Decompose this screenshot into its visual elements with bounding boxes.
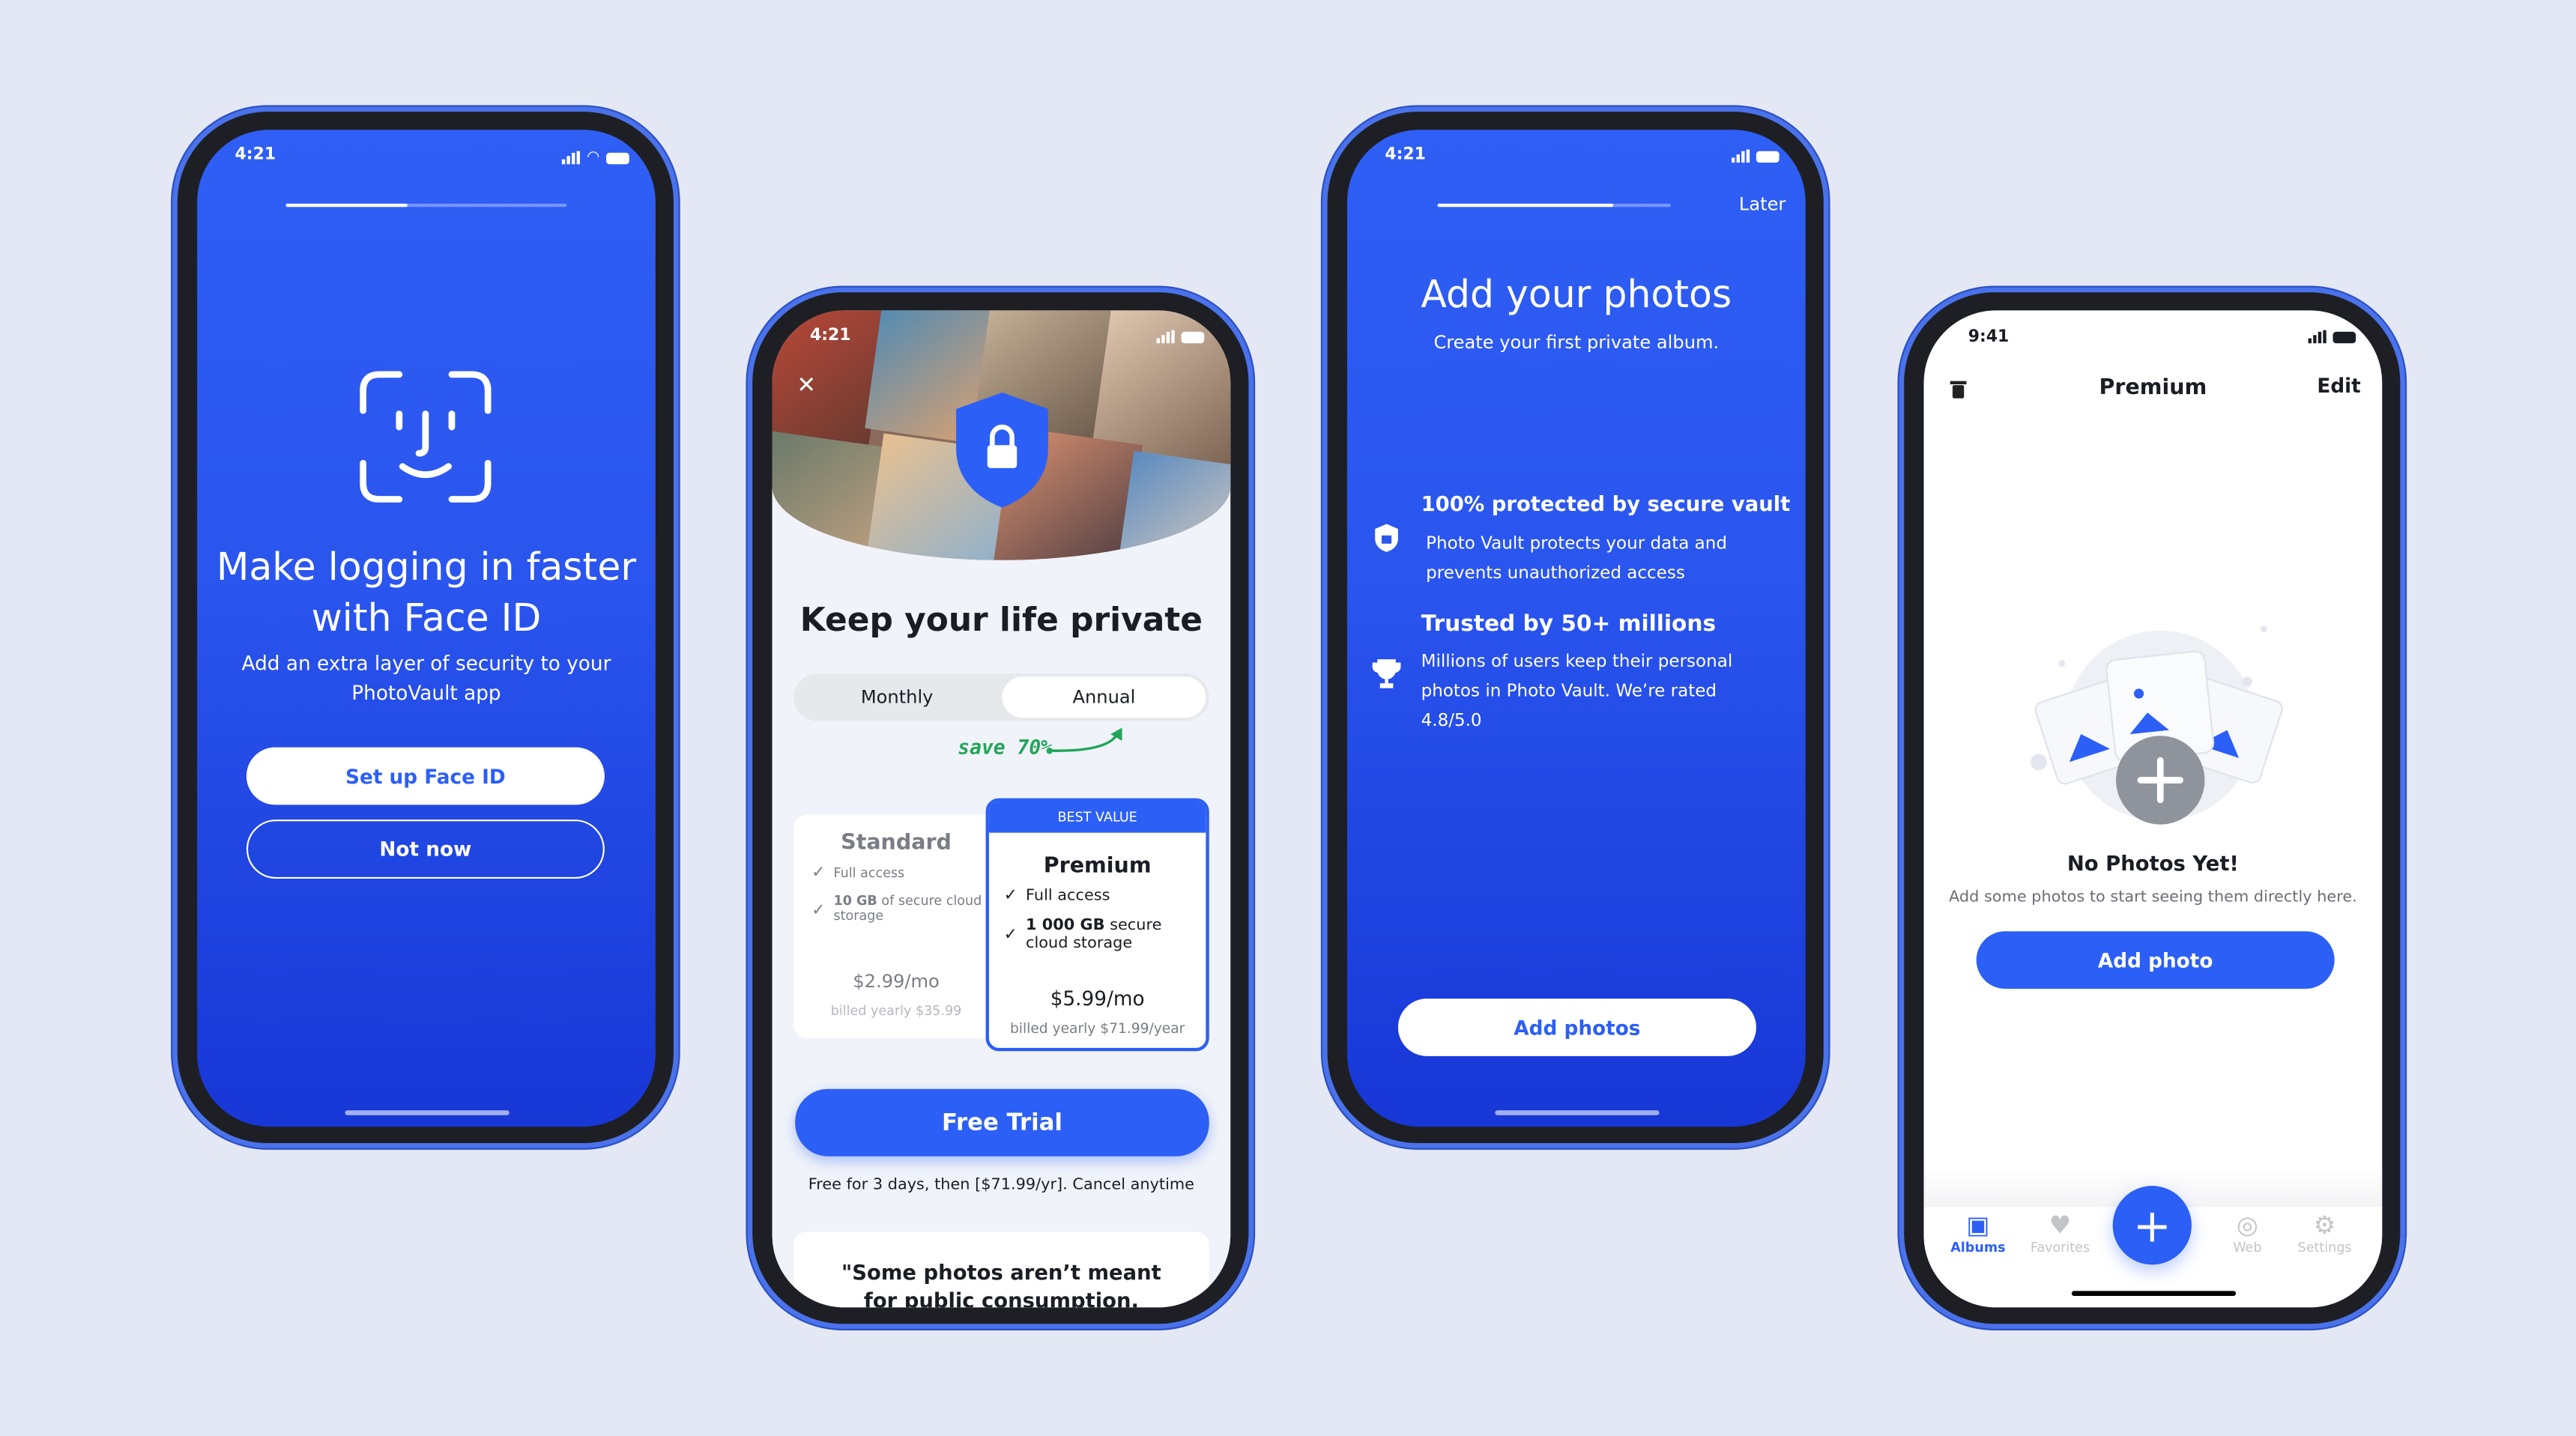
- shield-lock-icon: [956, 393, 1048, 508]
- later-button[interactable]: Later: [1739, 194, 1786, 216]
- onboarding-progress: [1437, 203, 1671, 207]
- empty-album-illustration: [2031, 625, 2283, 825]
- close-icon[interactable]: ✕: [796, 373, 816, 399]
- trial-note: Free for 3 days, then [$71.99/yr]. Cance…: [808, 1175, 1194, 1195]
- free-trial-button[interactable]: Free Trial: [795, 1088, 1209, 1157]
- signal-icon: [2308, 330, 2326, 344]
- not-now-button[interactable]: Not now: [246, 820, 605, 879]
- signal-icon: [1156, 330, 1175, 344]
- feature-desc: Millions of users keep their personal ph…: [1421, 652, 1733, 731]
- status-time: 9:41: [1968, 328, 2010, 347]
- feature-title: 100% protected by secure vault: [1421, 491, 1791, 516]
- battery-icon: [2332, 330, 2356, 343]
- add-fab-button[interactable]: +: [2112, 1186, 2192, 1265]
- feature-title: Trusted by 50+ millions: [1421, 611, 1717, 637]
- page-title: Premium: [2099, 376, 2207, 401]
- home-indicator: [345, 1110, 510, 1115]
- wifi-icon: ◠: [587, 149, 600, 166]
- tab-albums[interactable]: ▣ Albums: [1937, 1211, 2019, 1255]
- feature: ✓ 10 GB of secure cloud storage: [811, 893, 982, 924]
- paywall-title: Keep your life private: [799, 599, 1203, 639]
- testimonial-card: "Some photos aren’t meant for public con…: [793, 1231, 1209, 1308]
- onboarding-progress: [285, 203, 567, 207]
- status-time: 4:21: [235, 146, 276, 165]
- billing-toggle: Monthly Annual: [793, 673, 1209, 721]
- status-icons: [2308, 330, 2356, 344]
- face-id-subtitle: Add an extra layer of security to your Ph…: [241, 652, 611, 705]
- phone-face-id: 4:21 ◠ Make logging in faster with Face I…: [172, 106, 679, 1148]
- heart-icon: ♥: [2049, 1210, 2072, 1240]
- tab-settings[interactable]: ⚙ Settings: [2284, 1211, 2366, 1255]
- globe-icon: ◎: [2237, 1210, 2258, 1240]
- shield-lock-icon: [1375, 524, 1398, 552]
- arrow-icon: [1047, 727, 1122, 752]
- add-photo-button[interactable]: Add photo: [1976, 931, 2335, 989]
- feature: ✓ Full access: [811, 864, 905, 882]
- status-icons: [1732, 149, 1780, 163]
- plan-price: $2.99/mo: [853, 970, 940, 993]
- edit-button[interactable]: Edit: [2317, 375, 2360, 398]
- phone-add-photos: 4:21 Later Add your photos Create your f…: [1322, 106, 1829, 1148]
- home-indicator: [1495, 1110, 1660, 1115]
- signal-icon: [562, 151, 581, 165]
- feature: ✓ Full access: [1003, 887, 1110, 906]
- plan-name: Premium: [1043, 854, 1152, 879]
- status-time: 4:21: [1385, 146, 1426, 165]
- add-photos-title: Add your photos: [1421, 274, 1732, 318]
- empty-title: No Photos Yet!: [2066, 850, 2239, 876]
- battery-icon: [1181, 330, 1205, 343]
- add-photos-subtitle: Create your first private album.: [1433, 331, 1720, 354]
- plus-icon: +: [2132, 1198, 2172, 1252]
- paywall-screen: 4:21 ✕ Keep your life private Monthly An…: [772, 310, 1231, 1308]
- albums-icon: ▣: [1966, 1210, 1990, 1240]
- plan-standard[interactable]: Standard ✓ Full access ✓ 10 GB of secure c…: [793, 814, 1000, 1038]
- battery-icon: [606, 151, 629, 164]
- add-photos-screen: 4:21 Later Add your photos Create your f…: [1346, 130, 1806, 1127]
- tab-favorites[interactable]: ♥ Favorites: [2019, 1211, 2102, 1255]
- toggle-monthly[interactable]: Monthly: [793, 673, 1000, 721]
- empty-desc: Add some photos to start seeing them dir…: [1949, 888, 2357, 907]
- best-value-badge: BEST VALUE: [988, 801, 1206, 833]
- plan-name: Standard: [841, 831, 952, 856]
- save-note: save 70%: [958, 736, 1053, 759]
- tab-web[interactable]: ◎ Web: [2207, 1211, 2289, 1255]
- face-id-icon: [360, 371, 492, 503]
- trophy-icon: [1372, 659, 1401, 688]
- feature: ✓ 1 000 GB secure cloud storage: [1003, 916, 1162, 953]
- stage: 4:21 ◠ Make logging in faster with Face I…: [0, 0, 2576, 1435]
- gear-icon: ⚙: [2313, 1210, 2336, 1240]
- plan-billed: billed yearly $35.99: [830, 1003, 962, 1019]
- phone-paywall: 4:21 ✕ Keep your life private Monthly An…: [747, 287, 1254, 1329]
- status-time: 4:21: [809, 327, 851, 345]
- face-id-screen: 4:21 ◠ Make logging in faster with Face I…: [197, 130, 656, 1127]
- plan-premium[interactable]: BEST VALUE Premium ✓ Full access ✓ 1 000 G…: [985, 798, 1209, 1052]
- face-id-title: Make logging in faster with Face ID: [216, 547, 637, 641]
- toggle-annual[interactable]: Annual: [1002, 676, 1206, 718]
- photo-collage: 4:21 ✕: [772, 310, 1231, 560]
- home-indicator: [2071, 1291, 2237, 1296]
- status-icons: ◠: [562, 150, 629, 166]
- albums-screen: 9:41 Premium Edit No Photos Yet! Add som…: [1923, 310, 2383, 1308]
- phone-albums: 9:41 Premium Edit No Photos Yet! Add som…: [1899, 287, 2405, 1329]
- signal-icon: [1732, 149, 1750, 163]
- plan-billed: billed yearly $71.99/year: [1009, 1021, 1185, 1038]
- set-up-face-id-button[interactable]: Set up Face ID: [246, 747, 605, 805]
- status-icons: [1156, 330, 1205, 344]
- battery-icon: [1756, 150, 1780, 162]
- plan-price: $5.99/mo: [1050, 987, 1145, 1011]
- add-photos-button[interactable]: Add photos: [1397, 999, 1756, 1056]
- feature-desc: Photo Vault protects your data and preve…: [1426, 533, 1728, 584]
